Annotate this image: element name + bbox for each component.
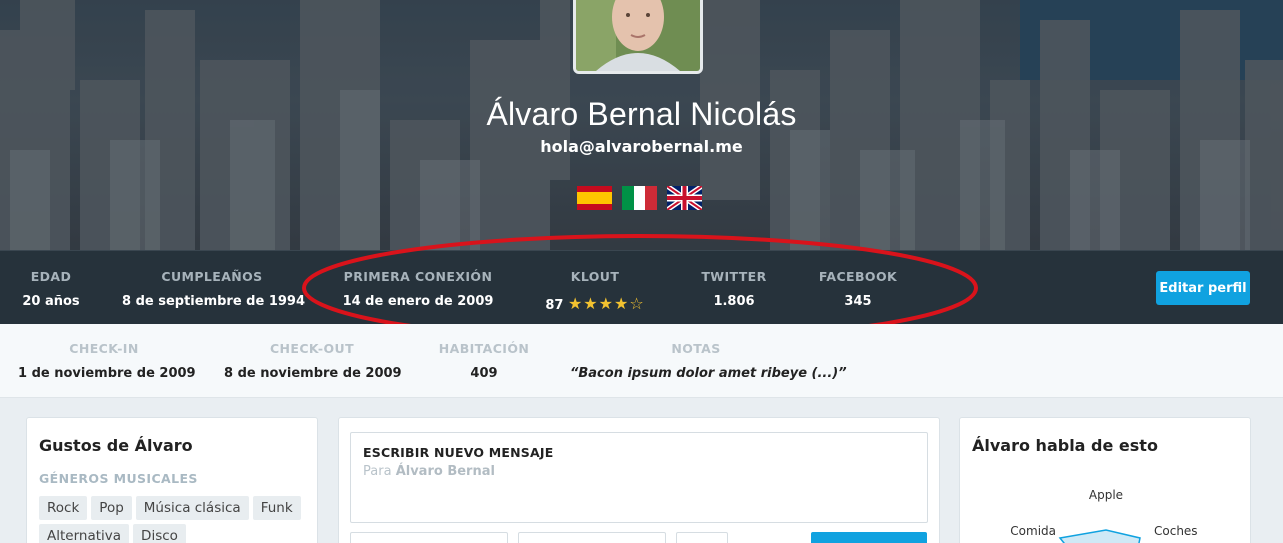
tag-item[interactable]: Alternativa xyxy=(39,524,130,543)
radar-label-apple: Apple xyxy=(1089,488,1123,502)
music-genre-tags: Rock Pop Música clásica Funk Alternativa… xyxy=(39,496,305,543)
booking-check-in: CHECK-IN 1 de noviembre de 2009 xyxy=(18,341,196,381)
talks-title: Álvaro habla de esto xyxy=(972,436,1158,455)
message-recipient: Para Álvaro Bernal xyxy=(363,464,495,479)
new-message-title: ESCRIBIR NUEVO MENSAJE xyxy=(363,445,554,460)
radar-label-coches: Coches xyxy=(1154,524,1198,538)
klout-score: 87 xyxy=(545,298,564,313)
tag-item[interactable]: Disco xyxy=(133,524,186,543)
profile-avatar[interactable] xyxy=(573,0,703,74)
tag-item[interactable]: Funk xyxy=(252,496,301,520)
booking-notes: NOTAS “Bacon ipsum dolor amet ribeye (..… xyxy=(570,341,847,381)
stat-klout: KLOUT 87 ★★★★☆ xyxy=(545,269,645,313)
stat-birthday: CUMPLEAÑOS 8 de septiembre de 1994 xyxy=(122,269,306,309)
stat-facebook: FACEBOOK 345 xyxy=(818,269,898,309)
radar-shape xyxy=(1058,529,1141,543)
profile-stats-bar: EDAD 20 años CUMPLEAÑOS 8 de septiembre … xyxy=(0,250,1283,324)
uk-flag-icon xyxy=(667,186,702,210)
tag-item[interactable]: Música clásica xyxy=(135,496,249,520)
topics-radar-chart: Apple Coches Comida xyxy=(1010,488,1198,543)
tag-item[interactable]: Rock xyxy=(39,496,88,520)
stat-age: EDAD 20 años xyxy=(22,269,80,309)
profile-email[interactable]: hola@alvarobernal.me xyxy=(0,137,1283,156)
likes-card: Gustos de Álvaro GÉNEROS MUSICALES Rock … xyxy=(26,417,318,543)
message-option-select[interactable] xyxy=(350,532,508,543)
edit-profile-button[interactable]: Editar perfil xyxy=(1156,271,1250,305)
profile-header: Álvaro Bernal Nicolás hola@alvarobernal.… xyxy=(0,0,1283,250)
new-message-card: ESCRIBIR NUEVO MENSAJE Para Álvaro Berna… xyxy=(338,417,940,543)
send-message-button[interactable] xyxy=(811,532,927,543)
stat-first-connection: PRIMERA CONEXIÓN 14 de enero de 2009 xyxy=(342,269,494,309)
booking-check-out: CHECK-OUT 8 de noviembre de 2009 xyxy=(224,341,402,381)
language-flags xyxy=(577,186,702,210)
talks-about-card: Álvaro habla de esto Apple Coches Comida xyxy=(959,417,1251,543)
likes-title: Gustos de Álvaro xyxy=(39,436,193,455)
tag-item[interactable]: Pop xyxy=(91,496,132,520)
message-option-select[interactable] xyxy=(518,532,666,543)
stat-twitter: TWITTER 1.806 xyxy=(701,269,767,309)
message-textarea[interactable]: ESCRIBIR NUEVO MENSAJE Para Álvaro Berna… xyxy=(350,432,928,523)
message-attach-button[interactable] xyxy=(676,532,728,543)
profile-name: Álvaro Bernal Nicolás xyxy=(486,96,797,132)
radar-label-comida: Comida xyxy=(1010,524,1056,538)
music-genres-heading: GÉNEROS MUSICALES xyxy=(39,471,198,486)
klout-stars-icon: ★★★★☆ xyxy=(567,294,645,313)
spain-flag-icon xyxy=(577,186,612,210)
italy-flag-icon xyxy=(622,186,657,210)
booking-info-bar: CHECK-IN 1 de noviembre de 2009 CHECK-OU… xyxy=(0,324,1283,398)
booking-room: HABITACIÓN 409 xyxy=(438,341,530,381)
